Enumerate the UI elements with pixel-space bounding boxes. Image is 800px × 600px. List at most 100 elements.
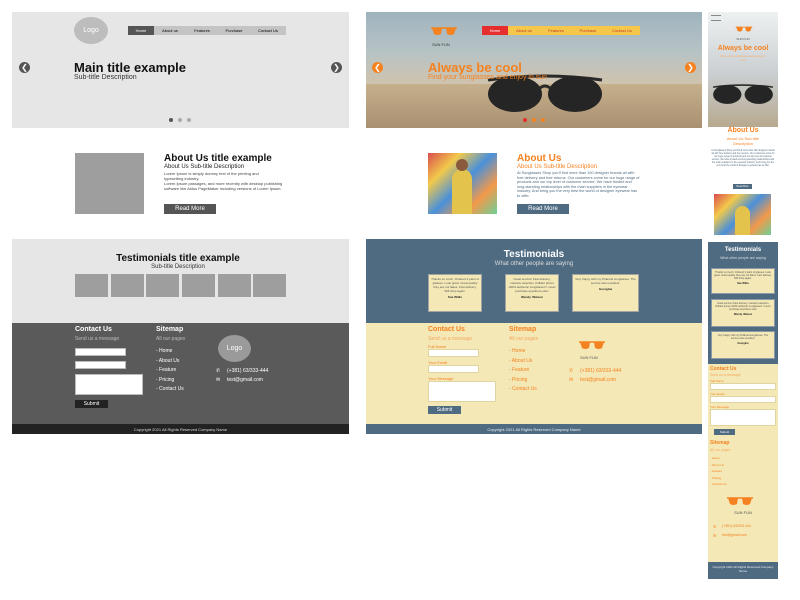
mobile-copyright: Copyright 2021 All Rights Reserved Compa…: [712, 565, 774, 573]
desktop-message-field[interactable]: [428, 381, 496, 402]
mobile-mail-icon: ✉: [713, 533, 717, 538]
mobile-about-text: At Sunglasses Shop you'll find more than…: [711, 150, 775, 167]
wireframe-name-field[interactable]: [75, 348, 126, 356]
wireframe-prev-arrow-icon[interactable]: ❮: [19, 62, 30, 73]
wireframe-copyright-bar: Copyright 2021 All Rights Reserved Compa…: [12, 424, 349, 434]
mobile-about-subtitle: About Us Sub-title Description: [726, 136, 760, 146]
wireframe-read-more-button[interactable]: Read More: [164, 204, 216, 214]
desktop-name-field[interactable]: [428, 349, 479, 357]
desktop-testimonial-card: Thanks so much. Ordered 2 pairs of glass…: [428, 274, 482, 312]
wireframe-mail-icon: ✉: [216, 377, 221, 383]
testimonial-author: Wendy. Watson: [521, 295, 543, 299]
desktop-about-text: At Sunglasses Shop you'll find more than…: [517, 171, 640, 198]
mobile-testimonials-title: Testimonials: [724, 247, 762, 253]
desktop-mail-icon: ✉: [569, 377, 574, 383]
desktop-carousel-dot-1[interactable]: [523, 118, 527, 122]
desktop-hero-title: Always be cool: [428, 60, 522, 75]
desktop-nav-purchase[interactable]: Purchase: [572, 26, 604, 35]
wireframe-sitemap-subtitle: All our pages: [156, 336, 186, 342]
wireframe-email-field[interactable]: [75, 361, 126, 369]
mobile-submit-button[interactable]: Submit: [714, 429, 735, 435]
desktop-sitemap-link[interactable]: - Pricing: [509, 376, 537, 386]
wireframe-sitemap-link[interactable]: - Contact Us: [156, 385, 184, 395]
wireframe-nav-contact[interactable]: Contact Us: [250, 26, 286, 35]
desktop-phone: (+381) 63/333-444: [580, 368, 622, 374]
mobile-read-more-button[interactable]: Read More: [733, 184, 752, 189]
mobile-about-image: [714, 194, 771, 235]
desktop-nav: Home About us Features Purchase Contact …: [482, 26, 640, 35]
testimonial-text: Very happy with my Polaroid sunglasses. …: [717, 334, 769, 340]
mobile-phone-icon: ✆: [713, 524, 717, 529]
wireframe-next-arrow-icon[interactable]: ❯: [331, 62, 342, 73]
mobile-email-field[interactable]: [710, 396, 776, 403]
wireframe-sitemap-link[interactable]: - Pricing: [156, 376, 184, 386]
desktop-sitemap-link[interactable]: - Home: [509, 347, 537, 357]
desktop-email-field[interactable]: [428, 365, 479, 373]
wireframe-message-field[interactable]: [75, 374, 143, 395]
wireframe-submit-button[interactable]: Submit: [75, 400, 108, 408]
mobile-name-field[interactable]: [710, 383, 776, 390]
testimonial-text: Thanks so much. Ordered 2 pairs of glass…: [714, 271, 772, 280]
mobile-hero-sunglasses-photo: [712, 84, 774, 104]
desktop-carousel-dot-2[interactable]: [532, 118, 536, 122]
testimonial-author: Wendy. Watson: [733, 313, 753, 316]
desktop-nav-about[interactable]: About us: [508, 26, 540, 35]
desktop-read-more-button[interactable]: Read More: [517, 204, 569, 214]
wireframe-sitemap-link[interactable]: - Home: [156, 347, 184, 357]
wireframe-about-text-1: Lorem Ipsum is simply dummy text of the …: [164, 171, 259, 181]
wireframe-nav-about[interactable]: About us: [154, 26, 186, 35]
desktop-footer-brand: SUN FUN: [580, 355, 598, 360]
wireframe-nav: Home About us Features Purchase Contact …: [128, 26, 286, 35]
desktop-sitemap-title: Sitemap: [509, 326, 537, 333]
wireframe-copyright: Copyright 2021 All Rights Reserved Compa…: [133, 427, 228, 432]
wireframe-phone-icon: ✆: [216, 368, 221, 374]
wireframe-nav-purchase[interactable]: Purchase: [218, 26, 250, 35]
wireframe-about-image: [75, 153, 144, 214]
desktop-email: test@gmail.com: [580, 377, 616, 383]
desktop-nav-contact[interactable]: Contact Us: [604, 26, 640, 35]
desktop-sitemap-link[interactable]: - Feature: [509, 366, 537, 376]
mobile-hero: SUN FUN Always be cool Find your sunglas…: [708, 12, 778, 127]
desktop-copyright-bar: Copyright 2021 All Rights Reserved Compa…: [366, 424, 702, 434]
desktop-carousel-dot-3[interactable]: [541, 118, 545, 122]
wireframe-sitemap-link[interactable]: - About Us: [156, 357, 184, 367]
mobile-sitemap-list: - Home - About Us - Feature - Pricing - …: [710, 455, 727, 488]
mobile-menu-icon[interactable]: [711, 15, 721, 21]
desktop-about-person: [452, 169, 472, 214]
desktop-about-subtitle: About Us Sub-title Description: [517, 164, 598, 170]
wireframe-testimonials: Testimonials title example Sub-title Des…: [12, 239, 349, 323]
wireframe-footer: Contact Us Send us a message Submit Site…: [12, 323, 349, 424]
desktop-footer: Contact Us Send us a message Full Name Y…: [366, 323, 702, 424]
mobile-testimonials-subtitle: What other people are saying: [720, 256, 766, 260]
mobile-about-person: [735, 206, 750, 235]
wireframe-contact-title: Contact Us: [75, 326, 112, 333]
mobile-hero-subtitle: Find your sunglasses and enjoy in sun: [720, 54, 766, 62]
mobile-contact-title: Contact Us: [710, 366, 737, 372]
mobile-message-field[interactable]: [710, 409, 776, 426]
wireframe-sitemap-link[interactable]: - Feature: [156, 366, 184, 376]
desktop-sitemap-link[interactable]: - Contact Us: [509, 385, 537, 395]
wireframe-testimonial-box: [253, 274, 286, 297]
mobile-testimonials: Testimonials What other people are sayin…: [708, 242, 778, 364]
mobile-brand-sunglasses-icon: [735, 26, 753, 32]
testimonial-text: Great service! Fast delivery, massive se…: [715, 302, 771, 311]
desktop-sitemap-link[interactable]: - About Us: [509, 357, 537, 367]
desktop-prev-arrow-icon[interactable]: ❮: [372, 62, 383, 73]
wireframe-carousel-dot-1[interactable]: [169, 118, 173, 122]
wireframe-nav-features[interactable]: Features: [186, 26, 218, 35]
desktop-hero-subtitle: Find your sunglasses and enjoy in sun: [428, 74, 548, 81]
desktop-submit-button[interactable]: Submit: [428, 406, 461, 414]
wireframe-carousel-dot-2[interactable]: [178, 118, 182, 122]
wireframe-hero-title: Main title example: [74, 60, 186, 75]
wireframe-nav-home[interactable]: Home: [128, 26, 154, 35]
mobile-brand-name: SUN FUN: [736, 37, 750, 41]
wireframe-carousel-dot-3[interactable]: [187, 118, 191, 122]
testimonial-text: Great service! Fast delivery, massive se…: [508, 277, 556, 293]
desktop-nav-features[interactable]: Features: [540, 26, 572, 35]
wireframe-testimonial-box: [146, 274, 179, 297]
desktop-nav-home[interactable]: Home: [482, 26, 508, 35]
wireframe-testimonial-box: [218, 274, 251, 297]
desktop-sitemap-subtitle: All our pages: [509, 336, 539, 342]
desktop-next-arrow-icon[interactable]: ❯: [685, 62, 696, 73]
mobile-sitemap-link[interactable]: - Contact Us: [710, 481, 727, 488]
